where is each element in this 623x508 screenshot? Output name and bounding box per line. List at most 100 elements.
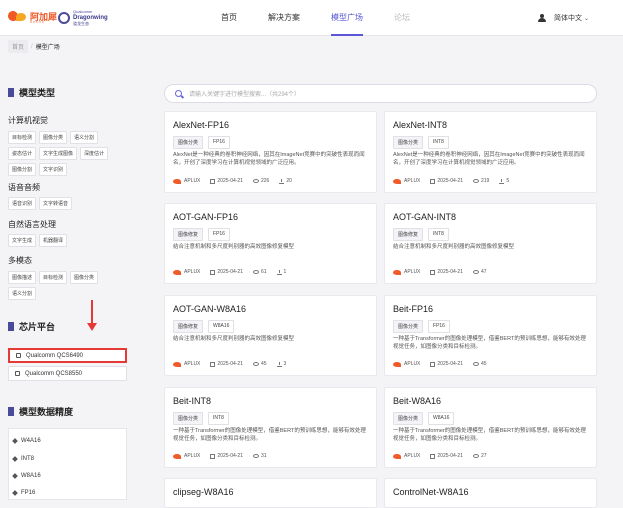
card-category: 图像分类: [393, 320, 424, 333]
audio-tags: 语音识别 文字转语音: [8, 197, 128, 210]
card-downloads: 1: [283, 269, 287, 275]
tag-mm-object-detection[interactable]: 目标检测: [39, 271, 68, 284]
card-desc: AlexNet是一种经典的卷积神经网络，因其在ImageNet竞赛中的突破性表现…: [173, 152, 365, 166]
top-navbar: 阿加犀 APLUX Qualcomm Dragonwing 骁龙生态 首页 解决…: [0, 0, 623, 36]
search-input[interactable]: 请输入关键字进行模型搜索...（共294个）: [189, 89, 300, 98]
nav-solutions[interactable]: 解决方案: [268, 0, 300, 36]
nav-forum[interactable]: 论坛: [394, 0, 410, 36]
card-precision: INT8: [428, 228, 449, 241]
card-category: 图像修复: [393, 228, 424, 241]
red-arrow-annotation: [87, 300, 97, 331]
card-title: AlexNet-FP16: [173, 120, 230, 130]
card-views: 226: [260, 178, 270, 184]
card-desc: 一种基于Transformer的图像处理模型，借鉴BERT的预训练思想，能够有效…: [393, 336, 586, 350]
chevron-down-icon[interactable]: ⌄: [584, 15, 589, 22]
card-category: 图像分类: [393, 412, 424, 425]
model-card[interactable]: AOT-GAN-FP16 图像修复 FP16 结合注意机制和多尺度判别器的高效图像…: [164, 203, 377, 284]
tag-machine-translation[interactable]: 机器翻译: [39, 234, 68, 247]
card-precision: FP16: [428, 320, 450, 333]
breadcrumb: 首页 / 模型广场: [8, 40, 60, 53]
card-date: 2025-04-21: [217, 361, 243, 367]
card-date: 2025-04-21: [217, 269, 243, 275]
eye-icon: [252, 362, 259, 366]
multimodal-title: 多模态: [8, 256, 32, 265]
breadcrumb-home[interactable]: 首页: [8, 40, 29, 53]
tag-pose-estimation[interactable]: 姿态估计: [8, 147, 37, 160]
tag-mm-image-classification[interactable]: 图像分类: [70, 271, 99, 284]
precision-fp16-label: FP16: [21, 490, 36, 496]
tag-depth-estimation[interactable]: 深度估计: [80, 147, 109, 160]
card-downloads: 3: [283, 361, 287, 367]
card-category: 图像分类: [173, 136, 204, 149]
precision-int8-label: INT8: [21, 456, 35, 462]
model-card[interactable]: AlexNet-INT8 图像分类 INT8 AlexNet是一种经典的卷积神经网…: [384, 111, 597, 193]
model-card[interactable]: ControlNet-W8A16: [384, 478, 597, 508]
card-precision: FP16: [208, 136, 230, 149]
card-views: 31: [260, 453, 267, 459]
precision-fp16[interactable]: FP16: [12, 490, 36, 496]
multimodal-tags: 图像描述 目标检测 图像分类 语义分割: [8, 271, 128, 300]
tag-text-generation[interactable]: 文字生成: [8, 234, 37, 247]
precision-w4a16-label: W4A16: [21, 438, 41, 444]
tag-text-recognition[interactable]: 文字识别: [39, 163, 68, 176]
card-desc: AlexNet是一种经典的卷积神经网络，因其在ImageNet竞赛中的突破性表现…: [393, 152, 585, 166]
nav-home[interactable]: 首页: [221, 0, 237, 36]
tag-speech-recognition[interactable]: 语音识别: [8, 197, 37, 210]
nav-model-square[interactable]: 模型广场: [331, 0, 363, 36]
chip-platform-title-text: 芯片平台: [19, 322, 56, 332]
tag-text-to-speech[interactable]: 文字转语音: [39, 197, 73, 210]
tag-object-detection[interactable]: 目标检测: [8, 131, 37, 144]
chip-icon: [15, 371, 20, 376]
chip-qcs6490[interactable]: Qualcomm QCS6490: [8, 348, 127, 363]
tag-semantic-segmentation[interactable]: 语义分割: [70, 131, 99, 144]
card-vendor: APLUX: [404, 361, 421, 367]
model-card[interactable]: Beit-FP16 图像分类 FP16 一种基于Transformer的图像处理模…: [384, 295, 597, 376]
tag-image-classification[interactable]: 图像分类: [39, 131, 68, 144]
card-desc: 结合注意机制和多尺度判别器的高效图像修复模型: [173, 336, 295, 342]
precision-w4a16[interactable]: W4A16: [12, 438, 41, 444]
logo-sub: APLUX: [30, 20, 45, 24]
tag-text-to-image[interactable]: 文字生成图像: [39, 147, 78, 160]
tag-mm-semantic-segmentation[interactable]: 语义分割: [8, 287, 37, 300]
model-type-title-text: 模型类型: [19, 88, 56, 98]
card-date: 2025-04-21: [217, 453, 243, 459]
language-select[interactable]: 简体中文: [554, 13, 582, 23]
card-vendor: APLUX: [404, 453, 421, 459]
card-category: 图像修复: [173, 320, 204, 333]
card-desc: 一种基于Transformer的图像处理模型，借鉴BERT的预训练思想，能够有效…: [173, 428, 366, 442]
aplux-small-icon: [393, 269, 401, 275]
eye-icon: [252, 179, 259, 183]
aplux-small-icon: [173, 453, 181, 459]
aplux-small-icon: [173, 361, 181, 367]
calendar-icon: [210, 453, 216, 459]
tag-image-caption[interactable]: 图像描述: [8, 271, 37, 284]
model-card[interactable]: AOT-GAN-INT8 图像修复 INT8 结合注意机制和多尺度判别器的高效图像…: [384, 203, 597, 284]
precision-int8[interactable]: INT8: [12, 456, 35, 462]
eye-icon: [252, 454, 259, 458]
calendar-icon: [430, 269, 436, 275]
chip-qcs8550[interactable]: Qualcomm QCS8550: [8, 366, 127, 381]
card-title: Beit-W8A16: [393, 396, 442, 406]
model-card[interactable]: AOT-GAN-W8A16 图像修复 W8A16 结合注意机制和多尺度判别器的高效…: [164, 295, 377, 376]
model-card[interactable]: Beit-W8A16 图像分类 W8A16 一种基于Transformer的图像处…: [384, 387, 597, 468]
card-vendor: APLUX: [184, 269, 201, 275]
section-bar-icon: [8, 407, 14, 416]
download-icon: [279, 178, 285, 184]
model-card[interactable]: Beit-INT8 图像分类 INT8 一种基于Transformer的图像处理模…: [164, 387, 377, 468]
calendar-icon: [210, 178, 216, 184]
tag-image-segmentation[interactable]: 图像分割: [8, 163, 37, 176]
card-desc: 一种基于Transformer的图像处理模型，借鉴BERT的预训练思想，能够有效…: [393, 428, 586, 442]
user-icon[interactable]: [538, 14, 546, 22]
section-bar-icon: [8, 88, 14, 97]
section-bar-icon: [8, 322, 14, 331]
chip-qcs6490-label: Qualcomm QCS6490: [26, 352, 84, 359]
diamond-icon: [12, 456, 18, 462]
model-card[interactable]: AlexNet-FP16 图像分类 FP16 AlexNet是一种经典的卷积神经网…: [164, 111, 377, 193]
precision-w8a16[interactable]: W8A16: [12, 473, 41, 479]
card-date: 2025-04-21: [437, 178, 463, 184]
breadcrumb-current: 模型广场: [35, 45, 60, 51]
card-title: Beit-INT8: [173, 396, 212, 406]
card-date: 2025-04-21: [437, 453, 463, 459]
search-bar[interactable]: 请输入关键字进行模型搜索...（共294个）: [164, 84, 597, 103]
model-card[interactable]: clipseg-W8A16: [164, 478, 377, 508]
